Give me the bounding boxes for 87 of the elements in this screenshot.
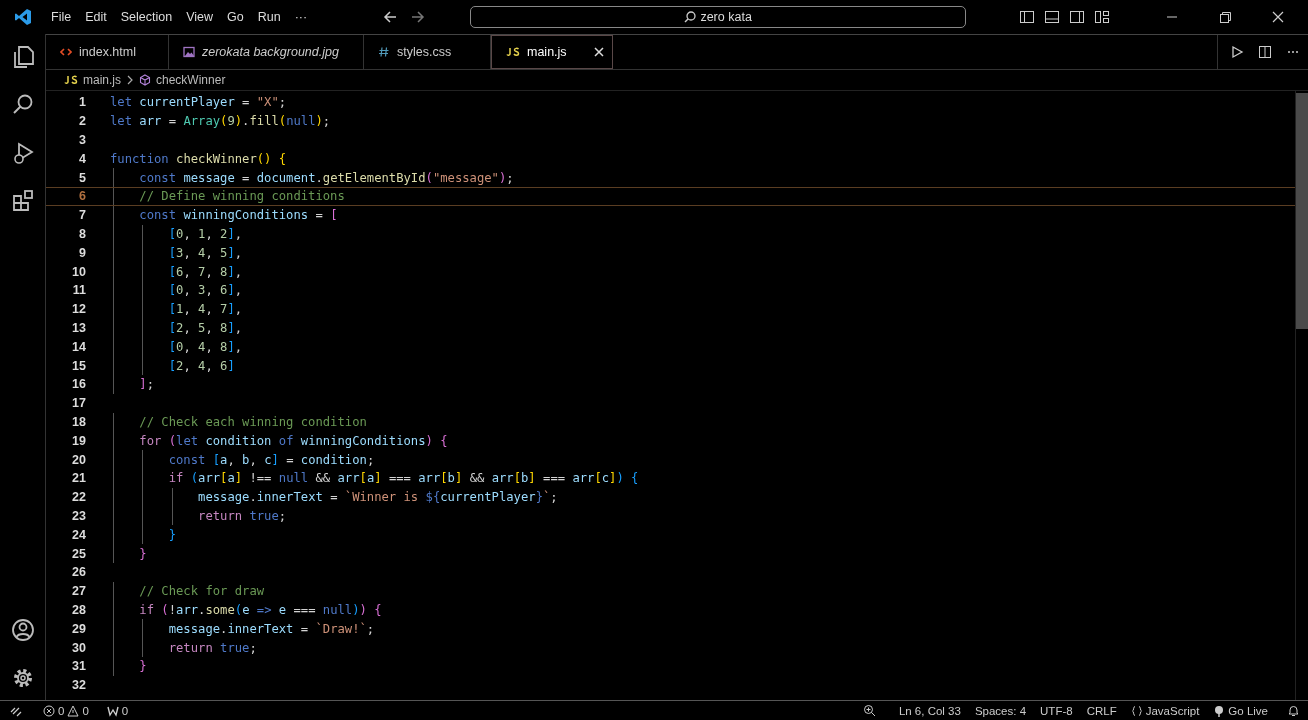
layout-icon[interactable] <box>1094 9 1110 25</box>
error-icon <box>43 704 55 717</box>
warning-icon <box>67 704 80 717</box>
line-number: 25 <box>71 546 86 561</box>
menu-item[interactable]: View <box>179 7 220 27</box>
menu-item[interactable]: Go <box>220 7 251 27</box>
cube-icon <box>139 74 151 86</box>
antenna-icon <box>106 704 119 717</box>
line-number: 3 <box>78 133 86 147</box>
line-number: 12 <box>71 302 86 317</box>
line-number: 11 <box>71 283 86 298</box>
app-logo-icon <box>14 8 32 26</box>
extensions-icon[interactable] <box>10 188 35 212</box>
code-line: function checkWinner() { <box>110 150 288 168</box>
run-icon[interactable] <box>1230 45 1244 59</box>
js-icon <box>506 47 520 57</box>
line-number: 1 <box>78 95 86 110</box>
line-number: 16 <box>71 377 86 392</box>
line-number: 6 <box>78 189 86 204</box>
editor-tab[interactable]: index.html <box>46 35 169 69</box>
language-mode[interactable]: JavaScript <box>1125 704 1205 717</box>
breadcrumb-item[interactable]: main.js <box>83 73 121 87</box>
braces-icon <box>1130 704 1143 717</box>
command-search-field[interactable]: zero kata <box>470 6 967 28</box>
line-number: 8 <box>78 226 86 241</box>
line-number: 28 <box>71 602 86 617</box>
editor-tab[interactable]: main.js <box>491 35 613 69</box>
split-editor-icon[interactable] <box>1258 45 1272 59</box>
code-brackets-icon <box>60 46 72 58</box>
hash-icon <box>378 46 390 58</box>
scrollbar-thumb[interactable] <box>1296 93 1308 329</box>
breadcrumb-item[interactable]: checkWinner <box>156 73 226 87</box>
line-number: 5 <box>78 170 86 185</box>
encoding-setting[interactable]: UTF-8 <box>1035 704 1078 717</box>
line-number: 15 <box>71 358 86 373</box>
editor-tab[interactable]: zerokata background.jpg <box>169 35 364 69</box>
image-icon <box>183 46 195 58</box>
forward-arrow-icon[interactable] <box>410 9 427 25</box>
menu-item[interactable]: Edit <box>78 7 114 27</box>
line-number: 20 <box>71 452 86 467</box>
chevron-right-icon <box>126 75 134 85</box>
menu-item[interactable]: File <box>44 7 79 27</box>
line-number: 10 <box>71 264 86 279</box>
close-icon[interactable] <box>593 47 604 57</box>
line-number: 23 <box>71 508 86 523</box>
indentation-setting[interactable]: Spaces: 4 <box>969 704 1032 717</box>
menu-item[interactable]: Selection <box>113 7 180 27</box>
toggle-sidebar-icon[interactable] <box>1019 9 1035 25</box>
line-ending-setting[interactable]: CRLF <box>1081 704 1122 717</box>
line-number: 9 <box>78 245 86 260</box>
line-number: 31 <box>71 659 86 674</box>
toggle-secondary-sidebar-icon[interactable] <box>1069 9 1085 25</box>
cursor-position[interactable]: Ln 6, Col 33 <box>893 704 966 717</box>
ports-indicator[interactable]: 0 <box>101 704 134 717</box>
editor-tab[interactable]: styles.css <box>364 35 491 69</box>
line-number: 27 <box>71 584 86 599</box>
line-number: 13 <box>71 320 86 335</box>
line-number: 24 <box>71 527 86 542</box>
line-number: 26 <box>71 565 86 580</box>
line-number: 14 <box>71 339 86 354</box>
line-number: 7 <box>78 208 86 223</box>
line-number: 22 <box>71 490 86 505</box>
restore-icon[interactable] <box>1217 9 1233 25</box>
line-number: 29 <box>71 621 86 636</box>
line-number: 19 <box>71 433 86 448</box>
go-live-button[interactable]: Go Live <box>1208 704 1273 717</box>
broadcast-icon <box>1213 704 1226 717</box>
line-number: 30 <box>71 640 86 655</box>
js-icon <box>64 75 78 85</box>
line-number: 18 <box>71 414 86 429</box>
search-icon <box>684 11 697 23</box>
line-number: 32 <box>71 678 86 693</box>
toggle-panel-icon[interactable] <box>1044 9 1060 25</box>
menu-item[interactable]: Run <box>250 7 288 27</box>
zoom-icon[interactable] <box>862 704 876 717</box>
line-number: 4 <box>78 151 86 166</box>
line-number: 2 <box>78 114 86 129</box>
code-line: let currentPlayer = "X"; <box>110 94 288 112</box>
line-number: 17 <box>71 396 86 411</box>
line-number: 21 <box>71 471 86 486</box>
notifications-bell-icon[interactable] <box>1287 704 1300 717</box>
back-arrow-icon[interactable] <box>382 9 399 25</box>
code-line: let arr = Array(9).fill(null); <box>110 113 332 131</box>
account-icon[interactable] <box>10 618 35 642</box>
menu-item[interactable]: ··· <box>287 7 315 27</box>
close-icon[interactable] <box>1270 9 1286 25</box>
problems-indicator[interactable]: 0 0 <box>38 704 94 717</box>
